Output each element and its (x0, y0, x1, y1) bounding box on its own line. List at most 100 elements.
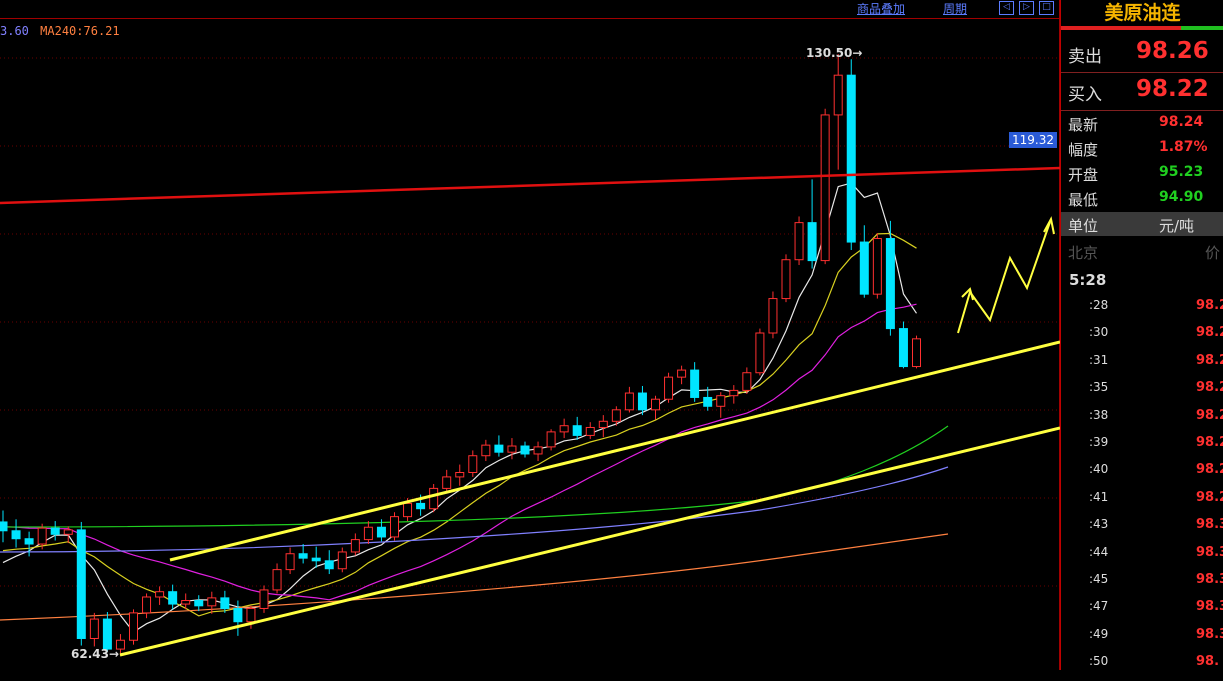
tick-time: :28 (1089, 298, 1109, 312)
current-price-tag: 119.32 (1009, 132, 1057, 148)
stat-value: 98.24 (1159, 114, 1204, 130)
tick-price: 98.2 (1196, 325, 1223, 341)
tick-price: 98.2 (1196, 407, 1223, 423)
candle-body (37, 527, 47, 545)
period-link[interactable]: 周期 (943, 0, 967, 17)
candle-body (898, 328, 908, 368)
divider (1061, 72, 1223, 73)
candle-body (220, 597, 230, 609)
tick-price: 98.3 (1196, 517, 1223, 533)
forecast-zigzag (957, 221, 1051, 334)
candle-body (677, 369, 687, 378)
ma240-value: MA240:76.21 (40, 24, 120, 38)
candle-body (846, 74, 856, 243)
tick-row: :38 98.2 (1061, 408, 1223, 435)
buy-row: 买入 98.22 (1061, 76, 1223, 106)
ma-indicator-label: 3.60 MA240:76.21 (0, 24, 120, 38)
candle (781, 254, 791, 303)
candle (350, 533, 360, 556)
tick-row: :50 98. (1061, 654, 1223, 681)
candle-body (442, 476, 452, 489)
tick-price: 98.3 (1196, 572, 1223, 587)
candle-body (455, 472, 465, 478)
tick-row: :39 98.2 (1061, 435, 1223, 462)
tick-row: :49 98.3 (1061, 627, 1223, 654)
tick-price: 98.3 (1196, 599, 1223, 615)
candlestick-chart[interactable] (0, 0, 1060, 670)
moving-average-lines (0, 182, 949, 633)
tick-time: :35 (1089, 380, 1109, 395)
candle-body (168, 591, 178, 605)
candle (168, 584, 178, 610)
candle (285, 547, 295, 575)
high-price-value: 130.50 (806, 46, 853, 60)
candle (690, 362, 700, 402)
stat-label: 最低 (1068, 191, 1099, 209)
candle-body (520, 445, 530, 455)
candle (220, 590, 230, 613)
candle (89, 612, 99, 647)
sell-value: 98.26 (1136, 38, 1209, 64)
tick-price: 98.2 (1196, 380, 1223, 396)
buy-label: 买入 (1068, 85, 1102, 105)
low-price-value: 62.43 (71, 647, 109, 661)
stat-value: 94.90 (1159, 189, 1204, 205)
low-price-label: 62.43→ (71, 647, 119, 661)
candle (794, 216, 804, 266)
candle (363, 521, 373, 545)
tick-row: :30 98.2 (1061, 325, 1223, 352)
candle-body (729, 389, 739, 397)
tick-time: :38 (1089, 407, 1109, 422)
candle (546, 429, 556, 451)
tick-time: :41 (1089, 489, 1109, 504)
tick-price: 98.2 (1196, 462, 1223, 478)
ma-white-line (2, 182, 917, 633)
candle-body (651, 398, 660, 411)
sell-row: 卖出 98.26 (1061, 38, 1223, 68)
trend-overlays (0, 166, 1060, 657)
candle-body (363, 526, 373, 541)
candle-body (233, 607, 243, 623)
nav-box-button[interactable]: □ (1039, 1, 1054, 15)
tick-price: 98. (1196, 654, 1220, 670)
candle-body (912, 338, 921, 368)
candle-body (285, 553, 295, 571)
candle-body (102, 618, 112, 650)
nav-right-button[interactable]: ▷ (1019, 1, 1034, 15)
ma-value-partial: 3.60 (0, 24, 29, 38)
candle (494, 435, 504, 457)
resistance-line (0, 166, 1060, 205)
candle (468, 450, 478, 477)
candle (859, 225, 869, 298)
candle (833, 54, 843, 170)
candle (129, 609, 138, 645)
tick-row: :47 98.3 (1061, 599, 1223, 626)
candle-body (311, 557, 321, 562)
candle (337, 547, 347, 573)
overlay-product-link[interactable]: 商品叠加 (857, 0, 905, 17)
candle-body (155, 591, 165, 598)
tick-row: :44 98.3 (1061, 545, 1223, 572)
tick-row: :35 98.2 (1061, 380, 1223, 407)
candle-body (181, 600, 191, 605)
candle (729, 385, 739, 404)
first-tick-time: 5:28 (1069, 271, 1107, 289)
candle (207, 591, 217, 614)
tick-time: :49 (1089, 626, 1109, 641)
candle-body (833, 74, 843, 116)
candle-body (885, 238, 895, 330)
tick-time: :47 (1089, 599, 1109, 614)
tick-price: 98.3 (1196, 626, 1223, 642)
tick-time: :30 (1089, 325, 1109, 340)
stat-value: 1.87% (1159, 139, 1208, 155)
candle-body (350, 539, 360, 553)
candle (298, 544, 308, 564)
nav-left-button[interactable]: ◁ (999, 1, 1014, 15)
high-arrow-icon: → (852, 46, 863, 60)
candle (677, 365, 687, 385)
candle (11, 519, 21, 548)
candle-body (820, 114, 830, 262)
candle-body (89, 618, 99, 639)
stat-label: 开盘 (1068, 166, 1099, 184)
candle-body (872, 238, 882, 295)
